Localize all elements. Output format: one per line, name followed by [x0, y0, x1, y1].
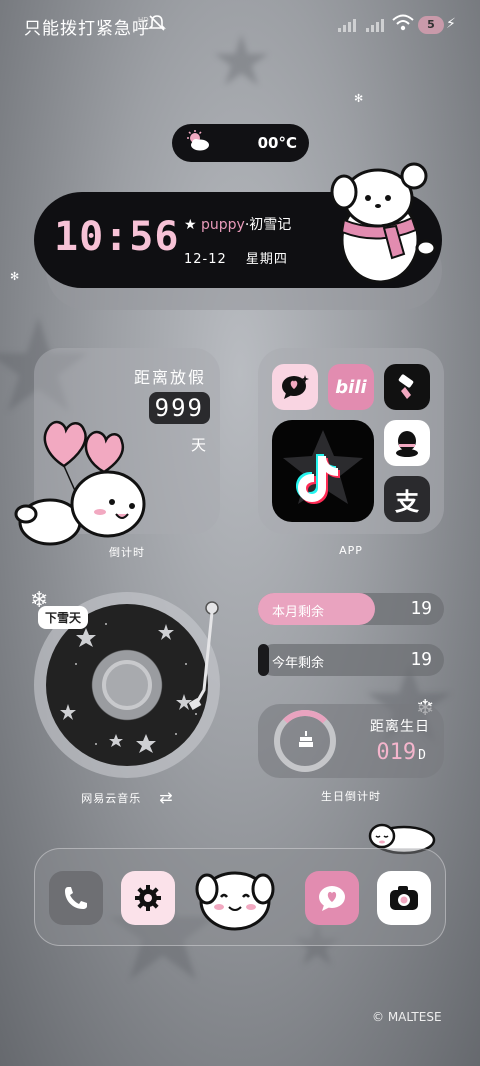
- bilibili-icon[interactable]: bili: [328, 364, 374, 410]
- birthday-caption: 生日倒计时: [321, 790, 381, 803]
- dock: [34, 848, 446, 946]
- alipay-icon[interactable]: 支: [384, 476, 430, 522]
- snowflake-icon: ✻: [354, 92, 364, 105]
- year-remaining-label: 今年剩余: [272, 656, 325, 671]
- birthday-days-row: 019 D: [376, 740, 426, 765]
- carrier-text: 只能拨打紧急呼: [24, 19, 150, 39]
- dog-face-widget[interactable]: [195, 863, 275, 935]
- weekday-value: 星期四: [245, 252, 288, 267]
- music-sticker: 下雪天: [38, 606, 89, 629]
- dog-scarf-illustration: [322, 162, 440, 286]
- paint-app-icon[interactable]: [384, 364, 430, 410]
- birthday-widget[interactable]: 距离生日 019 D: [258, 704, 444, 778]
- countdown-caption: 倒计时: [109, 546, 145, 559]
- battery-indicator: 5: [418, 16, 444, 34]
- month-remaining-label: 本月剩余: [272, 605, 325, 620]
- music-caption-row: 网易云音乐 ⇄: [34, 788, 220, 807]
- signal-1-icon: [338, 18, 356, 32]
- birthday-unit: D: [418, 748, 426, 763]
- chat-app-icon[interactable]: [272, 364, 318, 410]
- clock-label-suffix: ·初雪记: [244, 217, 292, 233]
- balloon-dog-illustration: [8, 410, 158, 555]
- year-remaining-bar[interactable]: 今年剩余 19: [258, 644, 444, 676]
- copyright-text: © MALTESE: [372, 1010, 442, 1024]
- countdown-unit: 天: [190, 436, 206, 454]
- snowflake-icon: ✻: [10, 270, 20, 283]
- status-bar: 只能拨打紧急呼 HD 5 ⚡: [0, 0, 480, 50]
- messages-app-icon[interactable]: [305, 871, 359, 925]
- bolt-icon: ⚡: [446, 16, 456, 32]
- date-value: 12-12: [184, 252, 227, 267]
- partly-cloudy-icon: [184, 130, 212, 156]
- clock-time: 10:56: [54, 214, 180, 260]
- birthday-title: 距离生日: [370, 719, 430, 735]
- star-icon: ★: [184, 217, 197, 233]
- bell-off-icon: [148, 14, 166, 36]
- month-remaining-value: 19: [410, 598, 432, 619]
- camera-app-icon[interactable]: [377, 871, 431, 925]
- countdown-title: 距离放假: [133, 368, 206, 387]
- clock-label-prefix: puppy: [201, 217, 245, 233]
- clock-date: 12-12 星期四: [184, 248, 288, 267]
- month-remaining-bar[interactable]: 本月剩余 19: [258, 593, 444, 625]
- tonearm: [184, 600, 224, 714]
- year-remaining-value: 19: [410, 649, 432, 670]
- qq-icon[interactable]: [384, 420, 430, 466]
- weather-widget[interactable]: 00°C: [172, 124, 309, 162]
- year-progress-fill: [258, 644, 270, 676]
- music-caption: 网易云音乐: [81, 791, 142, 805]
- birthday-days: 019: [376, 740, 417, 765]
- cake-icon: [298, 730, 314, 752]
- clock-label: ★ puppy·初雪记: [184, 214, 291, 234]
- wifi-icon: [392, 14, 414, 36]
- phone-app-icon[interactable]: [49, 871, 103, 925]
- tiktok-icon[interactable]: [272, 420, 374, 522]
- settings-app-icon[interactable]: [121, 871, 175, 925]
- switch-icon[interactable]: ⇄: [159, 788, 172, 807]
- vinyl-center: [102, 660, 152, 710]
- app-folder[interactable]: bili 支: [258, 348, 444, 534]
- temperature: 00°C: [257, 134, 297, 152]
- app-folder-caption: APP: [339, 544, 363, 557]
- signal-2-icon: [366, 18, 384, 32]
